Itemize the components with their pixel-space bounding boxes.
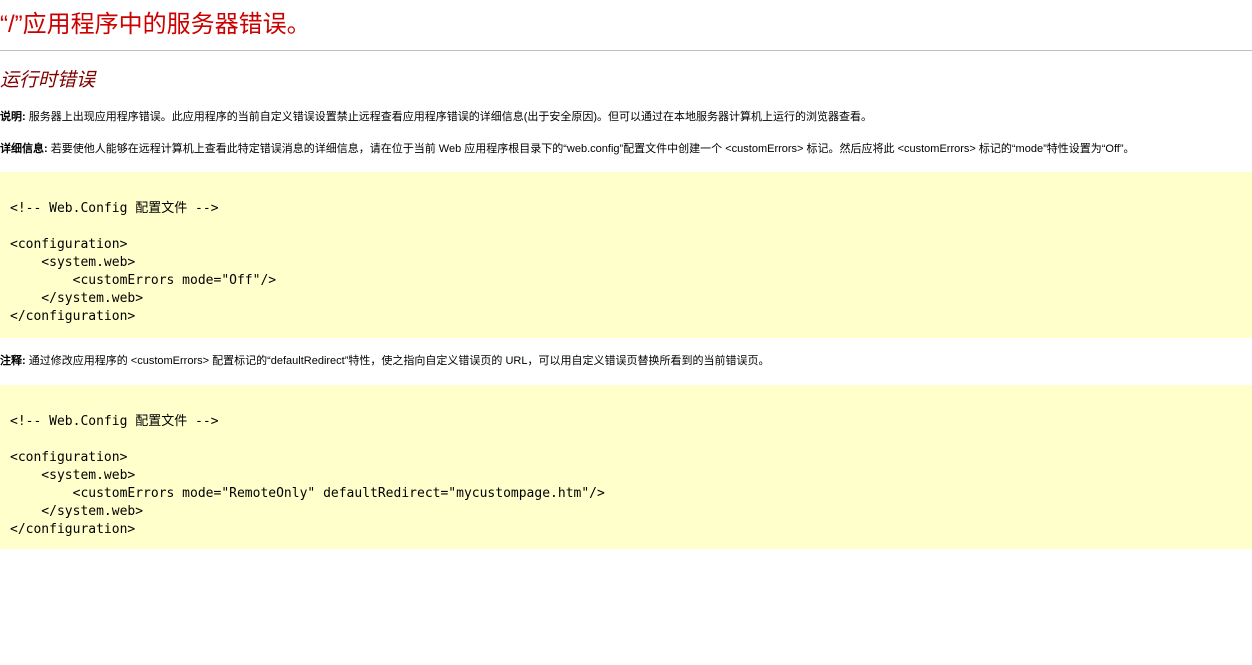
code-line: <!-- Web.Config 配置文件 --> (10, 414, 219, 429)
config-code-block: <!-- Web.Config 配置文件 --> <configuration> … (0, 172, 1252, 338)
details-text: 若要使他人能够在远程计算机上查看此特定错误消息的详细信息，请在位于当前 Web … (47, 143, 1135, 155)
description-paragraph: 说明: 服务器上出现应用程序错误。此应用程序的当前自定义错误设置禁止远程查看应用… (0, 109, 872, 125)
redirect-code-block: <!-- Web.Config 配置文件 --> <configuration> … (0, 385, 1252, 549)
page-title: “/”应用程序中的服务器错误。 (0, 11, 311, 38)
note-text: 通过修改应用程序的 <customErrors> 配置标记的“defaultRe… (25, 355, 770, 367)
title-divider (0, 50, 1252, 51)
description-label: 说明: (0, 111, 26, 123)
code-line: </configuration> (10, 522, 136, 537)
code-line: <!-- Web.Config 配置文件 --> (10, 201, 219, 216)
config-code: <!-- Web.Config 配置文件 --> <configuration> … (10, 200, 276, 326)
note-paragraph: 注释: 通过修改应用程序的 <customErrors> 配置标记的“defau… (0, 353, 769, 369)
note-label: 注释: (0, 355, 26, 367)
code-line: <system.web> (10, 255, 136, 270)
code-line: <configuration> (10, 237, 128, 252)
details-paragraph: 详细信息: 若要使他人能够在远程计算机上查看此特定错误消息的详细信息，请在位于当… (0, 141, 1135, 157)
code-line: </configuration> (10, 309, 136, 324)
section-heading: 运行时错误 (0, 70, 96, 91)
redirect-code: <!-- Web.Config 配置文件 --> <configuration> … (10, 413, 605, 539)
code-line: <configuration> (10, 450, 128, 465)
code-line: </system.web> (10, 291, 144, 306)
code-line: <customErrors mode="Off"/> (10, 273, 277, 288)
code-line: <system.web> (10, 468, 136, 483)
code-line: <customErrors mode="RemoteOnly" defaultR… (10, 486, 605, 501)
description-text: 服务器上出现应用程序错误。此应用程序的当前自定义错误设置禁止远程查看应用程序错误… (25, 111, 873, 123)
details-label: 详细信息: (0, 143, 48, 155)
code-line: </system.web> (10, 504, 144, 519)
